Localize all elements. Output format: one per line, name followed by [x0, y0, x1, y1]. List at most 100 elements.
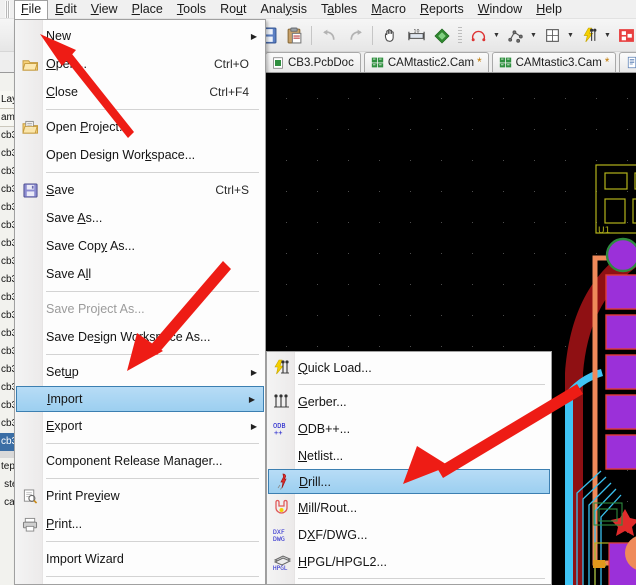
dxf-dwg-icon: DXFDWG	[271, 525, 293, 545]
menu-item-drill[interactable]: Drill...	[268, 469, 550, 494]
panel-grid-icon[interactable]	[540, 24, 564, 48]
toolbar-grip[interactable]	[458, 27, 462, 45]
menu-item-label: Drill...	[299, 475, 541, 489]
menu-separator	[46, 354, 259, 355]
menu-item-label: Mill/Rout...	[298, 501, 543, 515]
menu-separator	[298, 578, 545, 579]
netlist-icon[interactable]	[503, 24, 527, 48]
menu-item-label: Component Release Manager...	[46, 454, 257, 468]
menubar-item-rout[interactable]: Rout	[213, 0, 253, 19]
menu-item-accelerator: Ctrl+S	[215, 183, 257, 197]
menu-item-label: Close	[46, 85, 209, 99]
undo-icon[interactable]	[317, 24, 341, 48]
menu-item-open-design-workspace[interactable]: Open Design Workspace...	[15, 141, 265, 169]
menu-item-mill-rout[interactable]: Mill/Rout...	[267, 494, 551, 521]
toolbar-separator	[372, 26, 373, 45]
cam-doc-icon	[371, 56, 384, 69]
menu-item-odb[interactable]: ODB++ODB++...	[267, 415, 551, 442]
menubar-item-macro[interactable]: Macro	[364, 0, 413, 19]
chevron-down-icon[interactable]: ▼	[565, 25, 576, 47]
app-window: iclitorLayamecb3cb3cb3cb3cb3cb3cb3cb3cb3…	[0, 0, 636, 585]
chevron-down-icon[interactable]: ▼	[491, 25, 502, 47]
menubar-item-tables[interactable]: Tables	[314, 0, 364, 19]
menu-item-close[interactable]: CloseCtrl+F4	[15, 78, 265, 106]
menu-item-label: Import	[47, 392, 249, 406]
menubar-item-window[interactable]: Window	[471, 0, 529, 19]
gerber-icon	[271, 392, 293, 412]
menu-item-recent-documents[interactable]: Recent Documents▶	[15, 580, 265, 585]
file-dropdown-menu[interactable]: New▶Open...Ctrl+OCloseCtrl+F4Open Projec…	[14, 19, 266, 585]
menu-item-label: Save As...	[46, 211, 257, 225]
menu-item-save-project-as: Save Project As...	[15, 295, 265, 323]
print-icon	[19, 514, 41, 534]
menu-item-accelerator: Ctrl+O	[214, 57, 257, 71]
menu-item-hpgl-hpgl2[interactable]: HPGL HPGL/HPGL2...	[267, 548, 551, 575]
menu-item-label: Quick Load...	[298, 361, 543, 375]
document-tab-1[interactable]: CAMtastic2.Cam*	[364, 52, 489, 72]
document-tab-label: CAMtastic2.Cam	[388, 57, 474, 69]
menu-item-open-project[interactable]: Open Project...	[15, 113, 265, 141]
menu-item-label: HPGL/HPGL2...	[298, 555, 543, 569]
menubar-item-place[interactable]: Place	[125, 0, 170, 19]
menu-item-netlist[interactable]: Netlist...	[267, 442, 551, 469]
document-tab-label: CAMtastic3.Cam	[516, 57, 602, 69]
menubar-item-edit[interactable]: Edit	[48, 0, 84, 19]
document-tab-2[interactable]: CAMtastic3.Cam*	[492, 52, 617, 72]
measure-icon[interactable]: 10	[404, 24, 428, 48]
menu-item-label: New	[46, 29, 251, 43]
menu-item-label: Setup	[46, 365, 251, 379]
menubar-item-reports[interactable]: Reports	[413, 0, 471, 19]
menubar-item-analysis[interactable]: Analysis	[253, 0, 314, 19]
menu-item-save-design-workspace-as[interactable]: Save Design Workspace As...	[15, 323, 265, 351]
menu-item-label: Print Preview	[46, 489, 257, 503]
quick-load-icon[interactable]	[577, 24, 601, 48]
menu-item-save-copy-as[interactable]: Save Copy As...	[15, 232, 265, 260]
document-tab-label: CB3.PcbDoc	[288, 57, 354, 69]
chevron-down-icon[interactable]: ▼	[602, 25, 613, 47]
menu-item-export[interactable]: Export▶	[15, 412, 265, 440]
menu-item-save-all[interactable]: Save All	[15, 260, 265, 288]
menubar-item-view[interactable]: View	[84, 0, 125, 19]
menu-item-accelerator: Ctrl+F4	[209, 85, 257, 99]
menu-item-print-preview[interactable]: Print Preview	[15, 482, 265, 510]
menu-item-save-as[interactable]: Save As...	[15, 204, 265, 232]
menu-item-label: Save Copy As...	[46, 239, 257, 253]
arc-icon[interactable]	[466, 24, 490, 48]
menu-item-label: ODB++...	[298, 422, 543, 436]
menu-item-setup[interactable]: Setup▶	[15, 358, 265, 386]
menu-separator	[46, 443, 259, 444]
save-icon	[19, 180, 41, 200]
menu-item-save[interactable]: SaveCtrl+S	[15, 176, 265, 204]
menu-item-quick-load[interactable]: Quick Load...	[267, 354, 551, 381]
svg-text:HPGL: HPGL	[273, 565, 288, 570]
menu-item-label: Gerber...	[298, 395, 543, 409]
menubar-item-file[interactable]: File	[14, 0, 48, 19]
paste-icon[interactable]	[282, 24, 306, 48]
submenu-arrow-icon: ▶	[251, 422, 257, 431]
menubar-grip[interactable]	[0, 0, 14, 19]
menu-item-import[interactable]: Import▶	[16, 386, 264, 412]
svg-text:DWG: DWG	[273, 535, 285, 543]
menu-item-label: Open Design Workspace...	[46, 148, 257, 162]
menu-item-new[interactable]: New▶	[15, 22, 265, 50]
menubar-item-help[interactable]: Help	[529, 0, 569, 19]
quick-load-icon	[271, 358, 293, 378]
menu-item-gerber[interactable]: Gerber...	[267, 388, 551, 415]
import-submenu[interactable]: Quick Load... Gerber... ODB++ODB++...Netli…	[266, 351, 552, 585]
menu-item-open[interactable]: Open...Ctrl+O	[15, 50, 265, 78]
menu-item-print[interactable]: Print...	[15, 510, 265, 538]
menu-item-label: Import Wizard	[46, 552, 257, 566]
document-tab-3[interactable]: Log_201	[619, 52, 636, 72]
layers-icon[interactable]	[430, 24, 454, 48]
menu-separator	[46, 291, 259, 292]
pad-icon[interactable]	[614, 24, 636, 48]
pan-hand-icon[interactable]	[378, 24, 402, 48]
menu-item-dxf-dwg[interactable]: DXFDWGDXF/DWG...	[267, 521, 551, 548]
chevron-down-icon[interactable]: ▼	[528, 25, 539, 47]
menu-item-import-wizard[interactable]: Import Wizard	[15, 545, 265, 573]
document-tab-0[interactable]: CB3.PcbDoc	[265, 52, 361, 72]
main-menu-bar[interactable]: FileEditViewPlaceToolsRoutAnalysisTables…	[0, 0, 636, 19]
menu-item-component-release-manager[interactable]: Component Release Manager...	[15, 447, 265, 475]
menubar-item-tools[interactable]: Tools	[170, 0, 213, 19]
redo-icon[interactable]	[343, 24, 367, 48]
